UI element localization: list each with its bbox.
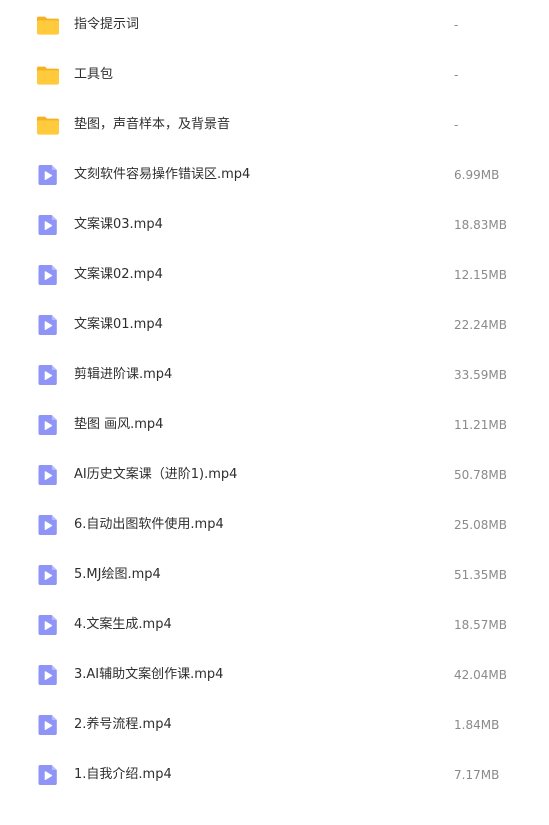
video-file-icon (36, 763, 60, 787)
video-file-icon (36, 313, 60, 337)
file-name: 剪辑进阶课.mp4 (74, 367, 173, 382)
file-name: 工具包 (74, 67, 114, 82)
file-name: 3.AI辅助文案创作课.mp4 (74, 667, 224, 682)
video-file-icon (36, 213, 60, 237)
file-row[interactable]: 文案课03.mp4 18.83MB (0, 200, 549, 250)
file-size: 18.83MB (454, 218, 507, 232)
file-size: 33.59MB (454, 368, 507, 382)
file-row[interactable]: 文案课01.mp4 22.24MB (0, 300, 549, 350)
file-row[interactable]: 4.文案生成.mp4 18.57MB (0, 600, 549, 650)
video-file-icon (36, 413, 60, 437)
file-name: 文案课02.mp4 (74, 267, 163, 282)
folder-icon (36, 113, 60, 137)
file-list: 指令提示词 - 工具包 - 垫图，声音样本，及背景音 - 文刻软件容易操作错误区.mp4 6.… (0, 0, 549, 825)
file-row[interactable]: 5.MJ绘图.mp4 51.35MB (0, 550, 549, 600)
file-row[interactable]: 文案课02.mp4 12.15MB (0, 250, 549, 300)
file-name: 2.养号流程.mp4 (74, 717, 172, 732)
file-name: 垫图，声音样本，及背景音 (74, 117, 231, 132)
file-size: 11.21MB (454, 418, 507, 432)
file-row[interactable]: 垫图 画风.mp4 11.21MB (0, 400, 549, 450)
video-file-icon (36, 563, 60, 587)
file-size: 22.24MB (454, 318, 507, 332)
file-row[interactable]: 文刻软件容易操作错误区.mp4 6.99MB (0, 150, 549, 200)
file-size: 7.17MB (454, 768, 500, 782)
file-size: 42.04MB (454, 668, 507, 682)
folder-row[interactable]: 指令提示词 - (0, 0, 549, 50)
folder-row[interactable]: 工具包 - (0, 50, 549, 100)
video-file-icon (36, 613, 60, 637)
file-name: 文刻软件容易操作错误区.mp4 (74, 167, 251, 182)
video-file-icon (36, 163, 60, 187)
file-size: 25.08MB (454, 518, 507, 532)
file-name: 5.MJ绘图.mp4 (74, 567, 161, 582)
file-row[interactable]: 剪辑进阶课.mp4 33.59MB (0, 350, 549, 400)
file-size: 12.15MB (454, 268, 507, 282)
file-name: 6.自动出图软件使用.mp4 (74, 517, 224, 532)
folder-icon (36, 63, 60, 87)
video-file-icon (36, 363, 60, 387)
video-file-icon (36, 263, 60, 287)
file-size: 50.78MB (454, 468, 507, 482)
file-name: AI历史文案课（进阶1).mp4 (74, 467, 238, 482)
file-size: - (454, 118, 459, 132)
file-size: 1.84MB (454, 718, 500, 732)
file-row[interactable]: AI历史文案课（进阶1).mp4 50.78MB (0, 450, 549, 500)
file-name: 垫图 画风.mp4 (74, 417, 164, 432)
file-size: - (454, 18, 459, 32)
file-row[interactable]: 2.养号流程.mp4 1.84MB (0, 700, 549, 750)
video-file-icon (36, 713, 60, 737)
file-name: 1.自我介绍.mp4 (74, 767, 172, 782)
file-row[interactable]: 3.AI辅助文案创作课.mp4 42.04MB (0, 650, 549, 700)
file-size: 18.57MB (454, 618, 507, 632)
video-file-icon (36, 663, 60, 687)
video-file-icon (36, 513, 60, 537)
video-file-icon (36, 463, 60, 487)
file-size: - (454, 68, 459, 82)
file-name: 文案课03.mp4 (74, 217, 163, 232)
file-size: 51.35MB (454, 568, 507, 582)
file-name: 指令提示词 (74, 17, 140, 32)
folder-row[interactable]: 垫图，声音样本，及背景音 - (0, 100, 549, 150)
file-row[interactable]: 1.自我介绍.mp4 7.17MB (0, 750, 549, 800)
file-name: 文案课01.mp4 (74, 317, 163, 332)
file-size: 6.99MB (454, 168, 500, 182)
folder-icon (36, 13, 60, 37)
file-name: 4.文案生成.mp4 (74, 617, 172, 632)
file-row[interactable]: 6.自动出图软件使用.mp4 25.08MB (0, 500, 549, 550)
